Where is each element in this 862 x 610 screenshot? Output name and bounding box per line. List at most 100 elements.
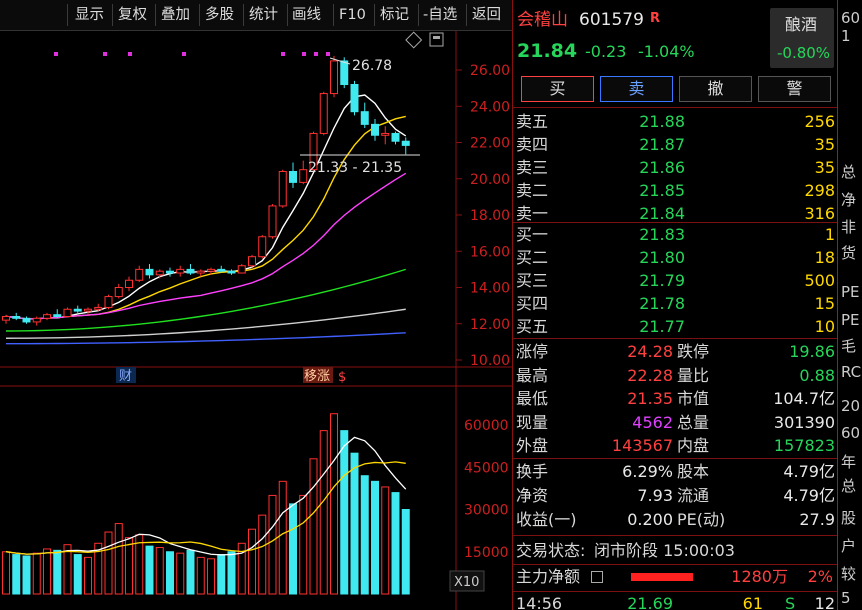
watchlist-button[interactable]: -自选: [423, 5, 457, 25]
volume-bar[interactable]: [43, 548, 51, 595]
sector-badge[interactable]: 酿酒 -0.80%: [770, 8, 834, 68]
volume-bar[interactable]: [340, 430, 349, 595]
candle[interactable]: [166, 270, 174, 274]
volume-bar[interactable]: [125, 537, 133, 595]
sector-name: 酿酒: [785, 15, 818, 34]
candle[interactable]: [360, 111, 369, 125]
candle[interactable]: [217, 268, 226, 272]
volume-bar[interactable]: [248, 528, 256, 595]
display-button[interactable]: 显示: [75, 5, 104, 25]
volume-bar[interactable]: [268, 494, 277, 595]
candle[interactable]: [73, 308, 82, 312]
candle[interactable]: [12, 316, 21, 319]
sell-button[interactable]: 卖: [600, 76, 673, 102]
side-info-label: 较: [841, 565, 857, 583]
candle[interactable]: [371, 123, 379, 136]
candle[interactable]: [258, 236, 267, 258]
cancel-button[interactable]: 撤: [679, 76, 752, 102]
candle[interactable]: [340, 60, 349, 85]
candle[interactable]: [135, 268, 144, 281]
candle[interactable]: [268, 205, 277, 238]
volume-bar[interactable]: [330, 413, 338, 595]
volume-bar[interactable]: [309, 458, 318, 595]
f10-button[interactable]: F10: [339, 5, 366, 25]
volume-bar[interactable]: [299, 494, 308, 595]
stat-label: 最高: [516, 365, 549, 385]
candle[interactable]: [22, 317, 31, 323]
volume-bar[interactable]: [166, 551, 174, 595]
volume-bar[interactable]: [53, 549, 62, 595]
toolbar-divider: [67, 4, 68, 26]
candle[interactable]: [186, 268, 195, 274]
volume-bar[interactable]: [145, 545, 154, 595]
candle[interactable]: [114, 287, 123, 298]
volume-bar[interactable]: [319, 430, 328, 595]
adjust-button[interactable]: 复权: [118, 5, 147, 25]
volume-bar[interactable]: [217, 554, 226, 595]
stats-button[interactable]: 统计: [249, 5, 278, 25]
volume-bar[interactable]: [360, 475, 369, 595]
candle[interactable]: [176, 268, 185, 274]
volume-bar[interactable]: [32, 552, 41, 595]
candle[interactable]: [84, 308, 92, 312]
candle[interactable]: [155, 270, 164, 276]
candle[interactable]: [63, 308, 72, 317]
mark-button[interactable]: 标记: [380, 5, 409, 25]
overlay-button[interactable]: 叠加: [161, 5, 190, 25]
volume-bar[interactable]: [371, 480, 379, 595]
alert-button[interactable]: 警: [758, 76, 831, 102]
candle[interactable]: [381, 132, 390, 136]
list-icon[interactable]: [591, 571, 603, 583]
draw-line-button[interactable]: 画线: [292, 5, 321, 25]
volume-bar[interactable]: [289, 503, 297, 595]
candle[interactable]: [401, 140, 410, 146]
volume-bar[interactable]: [196, 556, 205, 595]
back-button[interactable]: 返回: [472, 5, 501, 25]
volume-bar[interactable]: [2, 551, 10, 595]
volume-bar[interactable]: [114, 523, 123, 595]
candle[interactable]: [104, 296, 113, 308]
volume-bar[interactable]: [207, 558, 215, 595]
multi-stock-button[interactable]: 多股: [205, 5, 234, 25]
volume-bar[interactable]: [155, 547, 164, 595]
candle[interactable]: [350, 84, 359, 113]
volume-bar[interactable]: [391, 492, 400, 595]
candle[interactable]: [207, 268, 215, 272]
maximize-icon[interactable]: [429, 32, 444, 47]
volume-bar[interactable]: [186, 549, 195, 595]
volume-bar[interactable]: [401, 509, 410, 595]
buy-button[interactable]: 买: [521, 76, 594, 102]
volume-bar[interactable]: [22, 555, 31, 595]
candle[interactable]: [319, 93, 328, 134]
volume-bar[interactable]: [278, 480, 287, 595]
volume-bar[interactable]: [381, 486, 390, 595]
candle[interactable]: [248, 256, 256, 267]
volume-bar[interactable]: [258, 514, 267, 595]
stat-value: 0.88: [799, 365, 835, 385]
kline-chart[interactable]: 26.00 24.00 22.00 20.00 18.00 16.00 14.00 12.00…: [0, 31, 512, 610]
candle[interactable]: [237, 265, 246, 274]
volume-bar[interactable]: [176, 552, 185, 595]
candle[interactable]: [32, 317, 41, 323]
candle[interactable]: [94, 306, 103, 310]
candle[interactable]: [53, 314, 62, 317]
candle[interactable]: [196, 270, 205, 274]
candle[interactable]: [391, 132, 400, 142]
candle[interactable]: [299, 169, 308, 183]
candle[interactable]: [125, 279, 133, 288]
candle[interactable]: [145, 268, 154, 276]
volume-bar[interactable]: [73, 554, 82, 595]
candle[interactable]: [2, 316, 10, 321]
candle[interactable]: [278, 171, 287, 207]
volume-bar[interactable]: [104, 531, 113, 595]
candle[interactable]: [330, 60, 338, 95]
candle[interactable]: [289, 171, 297, 183]
candle[interactable]: [227, 270, 236, 274]
candle[interactable]: [43, 314, 51, 319]
diamond-icon[interactable]: [405, 31, 423, 49]
volume-bar[interactable]: [350, 452, 359, 595]
volume-bar[interactable]: [84, 556, 92, 595]
main-flow-amount: 1280万: [731, 567, 788, 586]
volume-bar[interactable]: [227, 551, 236, 595]
volume-bar[interactable]: [12, 554, 21, 595]
